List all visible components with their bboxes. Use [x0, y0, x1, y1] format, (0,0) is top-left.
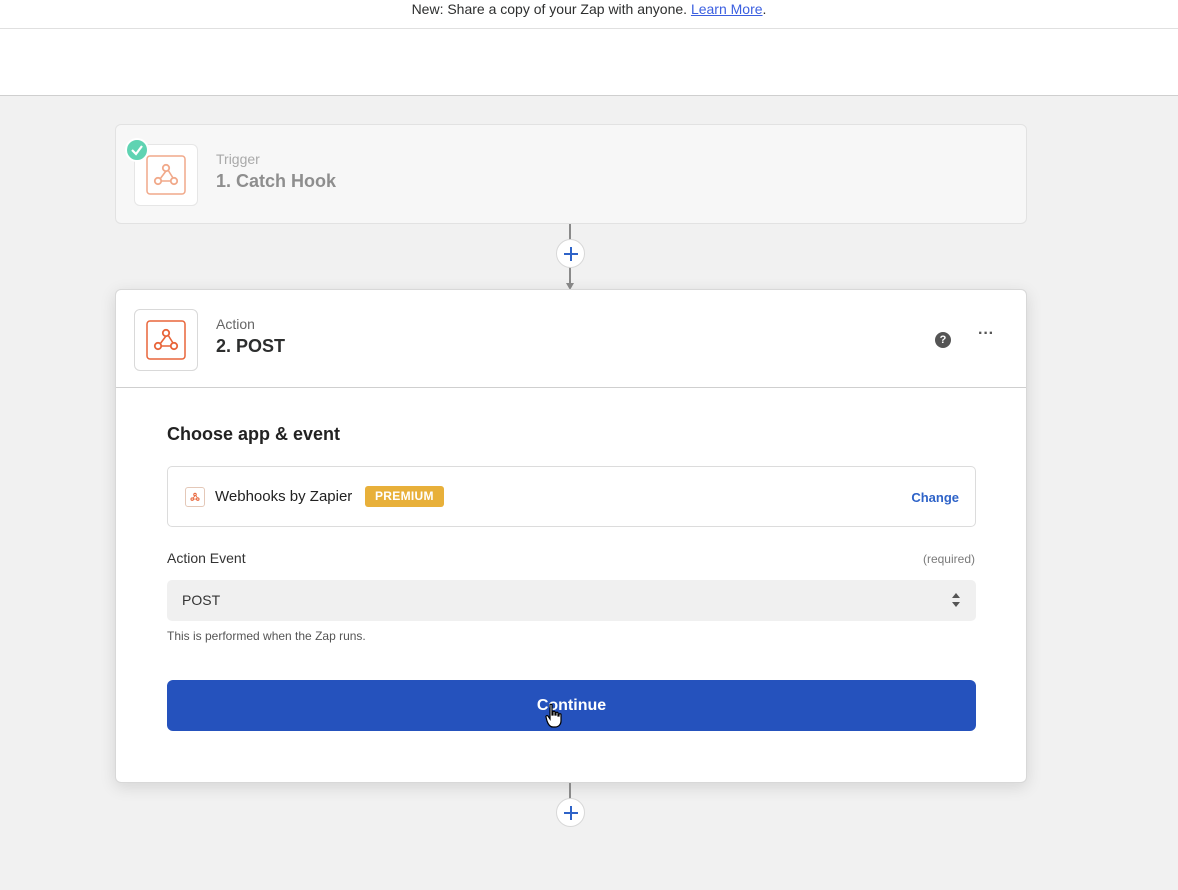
hand-cursor-icon	[545, 703, 562, 728]
trigger-step-title: 1. Catch Hook	[216, 171, 337, 191]
banner-text: New: Share a copy of your Zap with anyon…	[411, 1, 688, 17]
webhook-icon	[185, 487, 205, 507]
header-divider	[116, 387, 1026, 388]
completed-check-icon	[125, 138, 149, 162]
webhook-icon	[146, 320, 186, 360]
trigger-step-kind: Trigger	[216, 151, 260, 167]
learn-more-link[interactable]: Learn More	[691, 1, 763, 17]
required-label: (required)	[922, 552, 975, 566]
action-event-hint: This is performed when the Zap runs.	[167, 629, 366, 643]
select-caret-icon	[952, 593, 960, 607]
action-step-title[interactable]: 2. POST	[216, 336, 285, 357]
selected-app-row: Webhooks by Zapier PREMIUM Change	[167, 466, 976, 527]
plus-icon	[563, 246, 578, 261]
help-icon[interactable]: ?	[935, 332, 951, 348]
trigger-step-card[interactable]: Trigger 1. Catch Hook	[115, 124, 1027, 224]
change-app-button[interactable]: Change	[911, 490, 959, 505]
action-event-label: Action Event	[167, 550, 246, 566]
more-options-icon[interactable]: ···	[976, 326, 996, 348]
action-app-icon	[134, 309, 198, 371]
section-title: Choose app & event	[167, 424, 341, 444]
action-event-select[interactable]: POST	[167, 580, 976, 621]
editor-topbar	[0, 29, 1178, 96]
action-event-value: POST	[182, 592, 221, 608]
add-step-button-bottom[interactable]	[556, 798, 585, 827]
webhook-icon	[146, 155, 186, 195]
bottom-connector-line	[569, 783, 571, 799]
app-name: Webhooks by Zapier	[215, 488, 353, 505]
action-step-card: Action 2. POST ? ··· Choose app & event …	[115, 289, 1027, 783]
announcement-banner: New: Share a copy of your Zap with anyon…	[0, 0, 1178, 29]
action-step-kind: Action	[216, 316, 255, 332]
premium-badge: PREMIUM	[365, 486, 444, 507]
add-step-button[interactable]	[556, 239, 585, 268]
plus-icon	[563, 805, 578, 820]
continue-button[interactable]: Continue	[167, 680, 976, 731]
banner-period: .	[762, 1, 767, 17]
